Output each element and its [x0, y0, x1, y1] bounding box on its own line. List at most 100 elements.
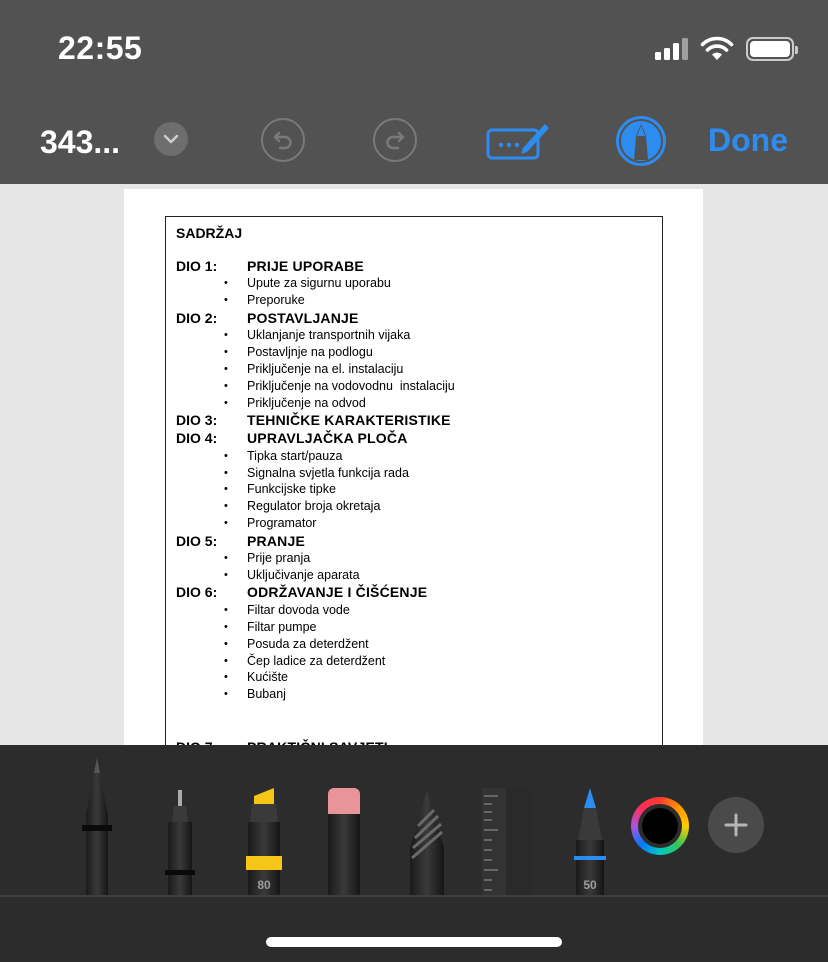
toc-item-text: Priključenje na el. instalaciju [247, 362, 404, 376]
bullet-icon: • [224, 637, 228, 650]
toc-part-title: POSTAVLJANJE [247, 309, 359, 326]
wifi-icon [700, 36, 734, 60]
add-button[interactable] [708, 797, 764, 853]
toc-list-item: • Tipka start/pauza [176, 447, 656, 464]
redo-button[interactable] [373, 118, 417, 162]
bullet-icon: • [224, 277, 228, 290]
toc-list-item: • Filtar pumpe [176, 618, 656, 635]
marker-width-value: 80 [257, 878, 271, 892]
toc-item-text: Programator [247, 516, 317, 531]
document-page[interactable]: SADRŽAJ DIO 1: PRIJE UPORABE • Upute za sig… [124, 189, 703, 749]
bullet-icon: • [224, 363, 228, 375]
toc-list-item: • Preporuke [176, 292, 656, 309]
toc-part-title: PRANJE [247, 532, 305, 549]
toc-item-text: Kućište [247, 670, 288, 685]
toc-item-text: Upute za sigurnu uporabu [247, 276, 391, 291]
toc-item-text: Tipka start/pauza [247, 448, 343, 463]
bullet-icon: • [224, 294, 228, 307]
bullet-icon: • [224, 329, 228, 342]
toc-part-number: DIO 3: [176, 412, 218, 429]
bullet-icon: • [224, 379, 228, 392]
toc-list-item: • Priključenje na el. instalaciju [176, 361, 656, 378]
toc-part-title: TEHNIČKE KARAKTERISTIKE [247, 412, 451, 429]
toc-list-item: • Prije pranja [176, 550, 656, 567]
toc-item-text: Funkcijske tipke [247, 482, 336, 497]
bullet-icon: • [224, 500, 228, 513]
toc-part-number: DIO 5: [176, 532, 218, 549]
toc-part-title: UPRAVLJAČKA PLOČA [247, 430, 408, 447]
toc-part-row: DIO 4: UPRAVLJAČKA PLOČA [176, 429, 656, 447]
toc-spacer [176, 703, 656, 738]
toc-heading: SADRŽAJ [176, 225, 243, 241]
toc-list-item: • Filtar dovoda vode [176, 601, 656, 618]
bottom-bar [0, 897, 828, 962]
toc-part-title: ODRŽAVANJE I ČIŠĆENJE [247, 584, 428, 601]
current-color-swatch [642, 808, 678, 844]
keyboard-pen-icon[interactable] [485, 116, 551, 162]
toc-item-text: Priključenje na vodovodnu instalaciju [247, 378, 455, 393]
status-time: 22:55 [58, 30, 143, 66]
undo-icon [273, 131, 292, 150]
toc-list-item: • Priključenje na vodovodnu instalaciju [176, 377, 656, 394]
toc-item-text: Priključenje na odvod [247, 395, 366, 410]
bullet-icon: • [224, 396, 228, 409]
cellular-signal-icon [655, 38, 688, 60]
toc-part-number: DIO 1: [176, 258, 218, 274]
toc-part-row: DIO 1: PRIJE UPORABE [176, 257, 656, 275]
toc-item-text: Posuda za deterdžent [247, 636, 369, 651]
bullet-icon: • [224, 603, 228, 616]
bullet-icon: • [224, 671, 228, 684]
document-title[interactable]: 343... [40, 124, 120, 161]
battery-icon [746, 37, 798, 61]
toc-list: DIO 1: PRIJE UPORABE • Upute za sigurnu upo… [176, 257, 656, 749]
bullet-icon: • [224, 552, 228, 565]
toc-list-item: • Postavljnje na podlogu [176, 344, 656, 361]
plus-icon [724, 813, 748, 837]
pen-tool[interactable] [74, 755, 120, 897]
toc-item-text: Regulator broja okretaja [247, 499, 381, 514]
toc-item-text: Filtar pumpe [247, 619, 317, 634]
toc-list-item: • Posuda za deterdžent [176, 635, 656, 652]
toc-part-title: PRIJE UPORABE [247, 258, 364, 274]
status-icons [655, 36, 798, 62]
toc-part-number: DIO 6: [176, 584, 218, 601]
chevron-down-icon [163, 134, 179, 144]
toc-list-item: • Upute za sigurnu uporabu [176, 275, 656, 292]
toc-list-item: • Čep ladice za deterdžent [176, 652, 656, 669]
toc-part-row: DIO 5: PRANJE [176, 532, 656, 550]
toc-part-number: DIO 4: [176, 430, 218, 447]
undo-button[interactable] [261, 118, 305, 162]
pencil-width-value: 50 [583, 878, 597, 892]
toc-list-item: • Kućište [176, 669, 656, 686]
toc-item-text: Čep ladice za deterdžent [247, 653, 386, 668]
toc-item-text: Uključivanje aparata [247, 568, 360, 583]
bullet-icon: • [224, 620, 228, 633]
toc-item-text: Signalna svjetla funkcija rada [247, 465, 409, 480]
toc-list-item: • Funkcijske tipke [176, 481, 656, 498]
toc-item-text: Bubanj [247, 687, 286, 702]
toc-list-item: • Bubanj [176, 686, 656, 703]
bullet-icon: • [224, 483, 228, 496]
bullet-icon: • [224, 346, 228, 359]
redo-icon [386, 131, 405, 150]
toc-item-text: Prije pranja [247, 551, 311, 566]
toc-item-text: Preporuke [247, 293, 305, 308]
toc-part-row: DIO 2: POSTAVLJANJE [176, 309, 656, 327]
toc-part-row: DIO 3: TEHNIČKE KARAKTERISTIKE [176, 411, 656, 429]
bullet-icon: • [224, 569, 228, 582]
home-indicator[interactable] [266, 937, 562, 947]
toc-list-item: • Uklanjanje transportnih vijaka [176, 327, 656, 344]
toc-part-number: DIO 2: [176, 309, 218, 326]
color-picker-button[interactable] [631, 797, 689, 855]
toc-list-item: • Priključenje na odvod [176, 394, 656, 411]
done-button[interactable]: Done [708, 122, 788, 159]
toc-item-text: Filtar dovoda vode [247, 602, 350, 617]
title-menu-button[interactable] [154, 122, 188, 156]
bullet-icon: • [224, 449, 228, 462]
markup-screen: 22:55 343... Done SADRŽAJ DIO 1: PRIJE U… [0, 0, 828, 962]
table-of-contents: SADRŽAJ DIO 1: PRIJE UPORABE • Upute za sig… [165, 216, 663, 749]
bullet-icon: • [224, 517, 228, 530]
markup-pen-icon[interactable] [614, 114, 668, 168]
toc-list-item: • Uključivanje aparata [176, 567, 656, 584]
bullet-icon: • [224, 654, 228, 667]
